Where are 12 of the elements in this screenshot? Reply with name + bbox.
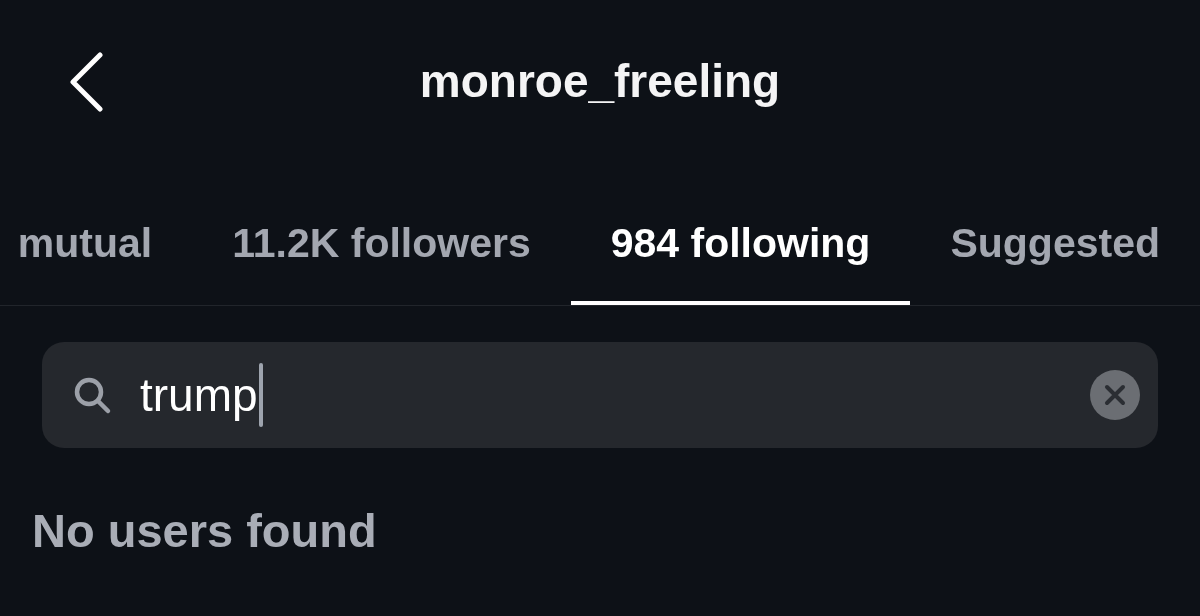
search-query-text: trump [140,369,258,421]
tab[interactable]: 984 following [570,164,911,305]
empty-results-message: No users found [32,503,378,559]
back-icon[interactable] [68,52,104,112]
profile-username-title: monroe_freeling [419,54,781,110]
close-icon [1104,384,1126,406]
tab[interactable]: mutual [0,164,193,305]
tab[interactable]: Suggested [910,164,1200,305]
tab[interactable]: 11.2K followers [192,164,571,305]
clear-button[interactable] [1090,370,1140,420]
search-icon [72,375,112,415]
search-field[interactable]: trump [42,342,1158,448]
